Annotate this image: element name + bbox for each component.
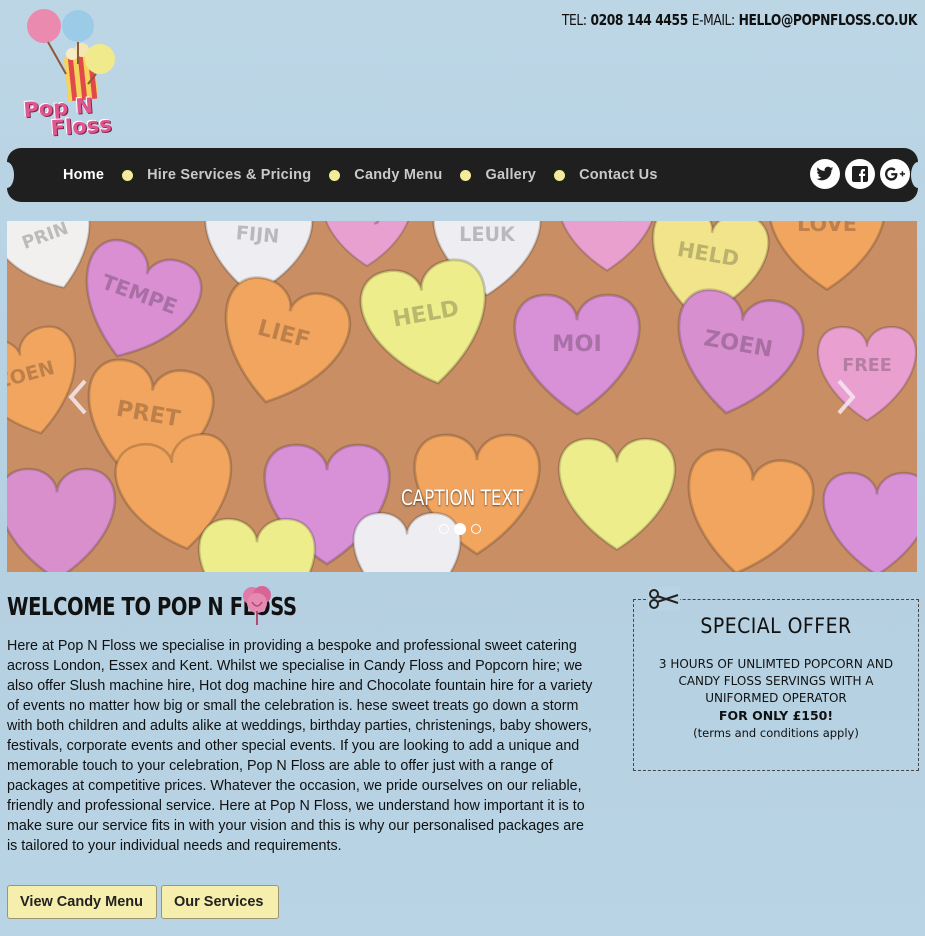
nav-home[interactable]: Home — [63, 167, 104, 183]
nav-candy-menu[interactable]: Candy Menu — [354, 167, 442, 183]
cotton-candy-logo-icon — [27, 9, 115, 102]
carousel-prev-arrow[interactable] — [65, 377, 91, 417]
carousel-indicator-3[interactable] — [471, 524, 481, 534]
carousel-next-arrow[interactable] — [833, 377, 859, 417]
chevron-left-icon — [68, 379, 87, 415]
candy-heart-word: FREE — [842, 356, 892, 376]
carousel-indicators — [439, 523, 481, 535]
nav-separator-dot — [460, 169, 472, 181]
main-nav: Home Hire Services & Pricing Candy Menu … — [0, 148, 925, 202]
hero-carousel[interactable]: PRINTEMPEFIJNMIJLEUKMISHELDLOVEZOENPRETL… — [7, 221, 917, 572]
twitter-icon[interactable] — [810, 159, 840, 189]
offer-terms: (terms and conditions apply) — [693, 726, 859, 740]
nav-separator-dot — [329, 169, 341, 181]
candy-heart-word: MIS — [589, 221, 626, 226]
email-label: E-MAIL: — [691, 11, 735, 29]
candy-heart-word: FIJN — [235, 221, 280, 248]
facebook-icon[interactable] — [845, 159, 875, 189]
cotton-candy-icon — [243, 586, 271, 625]
nav-contact-us[interactable]: Contact Us — [579, 167, 658, 183]
offer-price: FOR ONLY £150! — [718, 708, 834, 723]
special-offer-coupon: SPECIAL OFFER 3 HOURS OF UNLIMTED POPCOR… — [633, 587, 919, 771]
welcome-text: Here at Pop N Floss we specialise in pro… — [7, 638, 593, 854]
view-candy-menu-button[interactable]: View Candy Menu — [7, 885, 157, 919]
carousel-indicator-2[interactable] — [454, 523, 466, 535]
tel-label: TEL: — [561, 11, 587, 29]
scissors-icon — [648, 587, 680, 611]
offer-description: 3 HOURS OF UNLIMTED POPCORN AND CANDY FL… — [658, 657, 894, 705]
offer-title: SPECIAL OFFER — [700, 614, 852, 638]
our-services-button[interactable]: Our Services — [161, 885, 279, 919]
nav-separator-dot — [554, 169, 566, 181]
candy-heart-word: LEUK — [459, 223, 516, 246]
nav-separator-dot — [122, 169, 134, 181]
candy-heart-word: LOVE — [797, 221, 857, 236]
candy-heart-word: MIJ — [353, 221, 381, 225]
chevron-right-icon — [837, 379, 856, 415]
google-plus-icon[interactable] — [880, 159, 910, 189]
carousel-caption: CAPTION TEXT — [400, 486, 524, 510]
candy-hearts-image: PRINTEMPEFIJNMIJLEUKMISHELDLOVEZOENPRETL… — [7, 221, 917, 572]
site-logo[interactable]: Pop N Floss — [22, 4, 148, 144]
logo-wordmark: Pop N Floss — [23, 92, 149, 141]
email-link[interactable]: HELLO@POPNFLOSS.CO.UK — [739, 11, 918, 29]
tel-number[interactable]: 0208 144 4455 — [590, 11, 688, 29]
carousel-indicator-1[interactable] — [439, 524, 449, 534]
contact-info: TEL: 0208 144 4455 E-MAIL: HELLO@POPNFLO… — [562, 11, 917, 29]
nav-hire-services[interactable]: Hire Services & Pricing — [147, 167, 311, 183]
nav-gallery[interactable]: Gallery — [485, 167, 536, 183]
candy-heart-word: MOI — [552, 331, 602, 357]
social-links — [810, 159, 910, 189]
